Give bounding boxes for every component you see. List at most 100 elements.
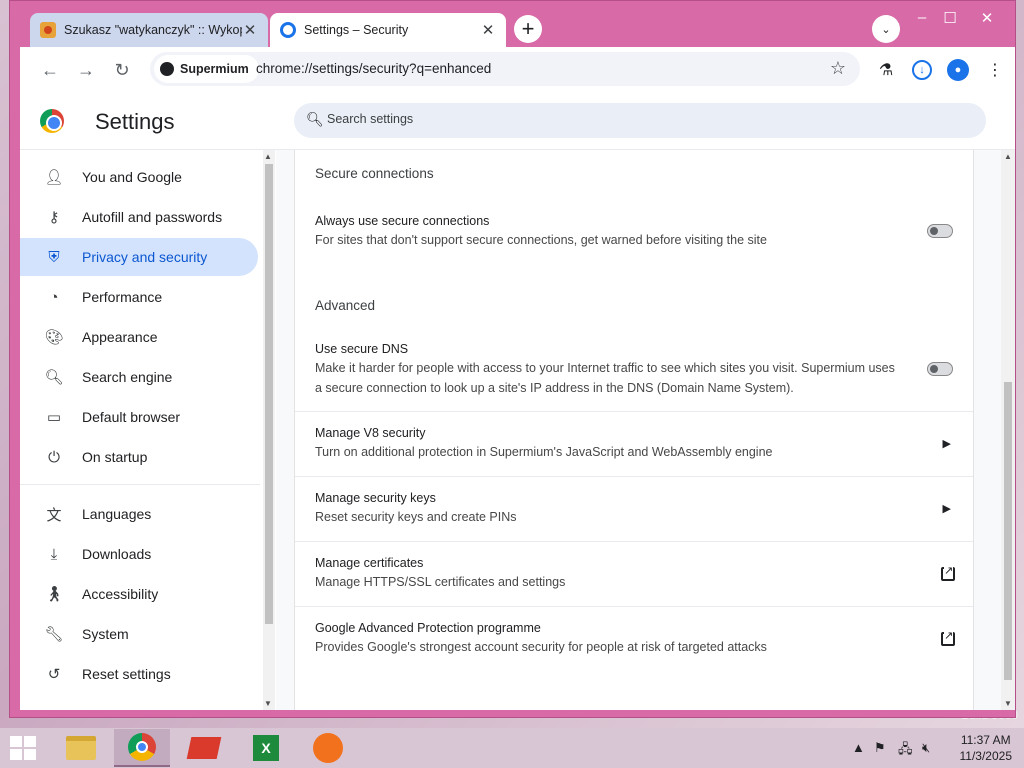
sidebar-scrollbar[interactable]: ▲ ▼ bbox=[263, 150, 275, 710]
row-description: Manage HTTPS/SSL certificates and settin… bbox=[315, 575, 566, 589]
scroll-up-icon[interactable]: ▲ bbox=[1004, 152, 1012, 161]
manage-v8-security-row[interactable]: Manage V8 security Turn on additional pr… bbox=[295, 411, 973, 476]
system-clock[interactable]: 11:37 AM 11/3/2025 bbox=[960, 732, 1013, 764]
secure-dns-toggle[interactable] bbox=[927, 362, 953, 376]
bookmark-star-icon[interactable]: ☆ bbox=[830, 58, 846, 79]
page-title: Settings bbox=[95, 109, 175, 134]
sidebar-item-system[interactable]: 🔧︎ System bbox=[20, 615, 258, 653]
sidebar-item-autofill[interactable]: ⚷ Autofill and passwords bbox=[20, 198, 258, 236]
settings-header: Settings 🔍︎ bbox=[20, 93, 1015, 150]
chevron-right-icon: ▶ bbox=[942, 503, 951, 515]
open-external-icon[interactable] bbox=[941, 629, 955, 646]
row-title: Use secure DNS bbox=[315, 342, 409, 356]
row-title: Always use secure connections bbox=[315, 214, 490, 228]
reload-icon[interactable]: ↻ bbox=[108, 56, 136, 84]
sidebar-item-downloads[interactable]: ⤓ Downloads bbox=[20, 535, 258, 573]
sidebar-item-label: Downloads bbox=[82, 546, 152, 562]
site-info-chip[interactable]: Supermium bbox=[154, 55, 259, 83]
manage-security-keys-row[interactable]: Manage security keys Reset security keys… bbox=[295, 476, 973, 541]
key-icon: ⚷ bbox=[48, 209, 60, 226]
sidebar-item-label: Autofill and passwords bbox=[82, 209, 223, 225]
search-settings-box[interactable]: 🔍︎ bbox=[294, 103, 986, 138]
main-scroll-thumb[interactable] bbox=[1004, 382, 1012, 680]
close-tab-icon[interactable]: ✕ bbox=[242, 22, 258, 39]
sidebar-scroll-thumb[interactable] bbox=[265, 164, 273, 624]
maximize-icon[interactable]: ☐ bbox=[935, 9, 965, 31]
scroll-down-icon[interactable]: ▼ bbox=[1004, 699, 1012, 708]
sidebar-item-languages[interactable]: 文 Languages bbox=[20, 495, 258, 533]
profile-avatar-icon[interactable]: ● bbox=[947, 59, 969, 81]
supermium-browser-icon[interactable] bbox=[114, 729, 170, 767]
settings-logo-icon bbox=[40, 109, 64, 133]
row-description: Turn on additional protection in Supermi… bbox=[315, 445, 773, 459]
volume-muted-icon[interactable]: 🔇︎ bbox=[922, 740, 930, 756]
secure-dns-row[interactable]: Use secure DNS Make it harder for people… bbox=[295, 334, 973, 412]
sidebar-item-label: Search engine bbox=[82, 369, 173, 385]
browser-toolbar: ← → ↻ Supermium chrome://settings/securi… bbox=[20, 47, 1015, 93]
app-red-icon[interactable] bbox=[176, 729, 232, 767]
sidebar-item-reset-settings[interactable]: ↺ Reset settings bbox=[20, 655, 258, 693]
palette-icon: 🎨︎ bbox=[44, 329, 64, 346]
sidebar-item-label: You and Google bbox=[82, 169, 182, 185]
tray-chevron-up-icon[interactable]: ▲ bbox=[852, 740, 865, 755]
row-title: Manage certificates bbox=[315, 556, 424, 570]
manage-certificates-row[interactable]: Manage certificates Manage HTTPS/SSL cer… bbox=[295, 541, 973, 606]
clock-date: 11/3/2025 bbox=[959, 749, 1013, 763]
row-title: Manage security keys bbox=[315, 491, 436, 505]
download-icon: ⤓ bbox=[50, 545, 58, 563]
power-icon: ⏻ bbox=[48, 448, 60, 466]
sidebar-item-label: Appearance bbox=[82, 329, 158, 345]
excel-icon[interactable]: X bbox=[238, 729, 294, 767]
browser-window: Szukasz "watykanczyk" :: Wykop ✕ Setting… bbox=[9, 0, 1016, 718]
sidebar-item-label: System bbox=[82, 626, 129, 642]
tab-title: Settings – Security bbox=[304, 23, 409, 37]
tab-title: Szukasz "watykanczyk" :: Wykop bbox=[64, 23, 242, 37]
row-description: Make it harder for people with access to… bbox=[315, 361, 895, 395]
scroll-down-icon[interactable]: ▼ bbox=[264, 699, 272, 708]
security-settings-card: Secure connections Always use secure con… bbox=[294, 150, 974, 710]
main-scrollbar[interactable]: ▲ ▼ bbox=[1001, 150, 1015, 710]
search-icon: 🔍︎ bbox=[44, 369, 64, 386]
labs-flask-icon[interactable]: ⚗ bbox=[872, 56, 900, 84]
open-external-icon[interactable] bbox=[941, 564, 955, 581]
sidebar-item-label: Privacy and security bbox=[82, 249, 208, 265]
sidebar-item-appearance[interactable]: 🎨︎ Appearance bbox=[20, 318, 258, 356]
site-chip-label: Supermium bbox=[180, 62, 249, 76]
settings-gear-icon bbox=[280, 22, 296, 38]
search-settings-input[interactable] bbox=[327, 112, 927, 126]
download-icon[interactable]: ↓ bbox=[912, 60, 932, 80]
back-arrow-icon[interactable]: ← bbox=[36, 56, 64, 84]
sidebar-item-label: Default browser bbox=[82, 409, 181, 425]
advanced-protection-row[interactable]: Google Advanced Protection programme Pro… bbox=[295, 606, 973, 671]
taskbar: X ▲ ⚑ 🖧︎ 🔇︎ 11:37 AM 11/3/2025 bbox=[0, 728, 1024, 768]
scroll-up-icon[interactable]: ▲ bbox=[264, 152, 272, 161]
always-secure-connections-row[interactable]: Always use secure connections For sites … bbox=[295, 202, 973, 266]
sidebar-item-accessibility[interactable]: 🚶︎ Accessibility bbox=[20, 575, 258, 613]
site-shield-icon bbox=[160, 62, 174, 76]
network-icon[interactable]: 🖧︎ bbox=[898, 740, 913, 762]
tab-search-chevron-icon[interactable]: ⌄ bbox=[872, 15, 900, 43]
new-tab-button[interactable]: + bbox=[514, 15, 542, 43]
tab-settings-security[interactable]: Settings – Security ✕ bbox=[270, 13, 506, 47]
menu-kebab-icon[interactable]: ⋮ bbox=[981, 56, 1009, 84]
sidebar-item-search-engine[interactable]: 🔍︎ Search engine bbox=[20, 358, 258, 396]
minimize-icon[interactable]: – bbox=[907, 9, 937, 31]
tab-wykop[interactable]: Szukasz "watykanczyk" :: Wykop ✕ bbox=[30, 13, 268, 47]
close-window-icon[interactable]: ✕ bbox=[972, 9, 1002, 31]
sidebar-item-privacy-security[interactable]: ⛨ Privacy and security bbox=[20, 238, 258, 276]
sidebar-item-you-and-google[interactable]: 👤︎ You and Google bbox=[20, 158, 258, 196]
windows-start-icon[interactable] bbox=[10, 736, 38, 762]
always-secure-toggle[interactable] bbox=[927, 224, 953, 238]
flag-icon[interactable]: ⚑ bbox=[874, 740, 886, 756]
close-tab-icon[interactable]: ✕ bbox=[480, 22, 496, 39]
reset-icon: ↺ bbox=[47, 666, 61, 683]
sidebar-item-on-startup[interactable]: ⏻ On startup bbox=[20, 438, 258, 476]
sidebar-item-default-browser[interactable]: ▭ Default browser bbox=[20, 398, 258, 436]
app-orange-icon[interactable] bbox=[300, 729, 356, 767]
url-text[interactable]: chrome://settings/security?q=enhanced bbox=[256, 61, 491, 76]
address-bar[interactable]: Supermium chrome://settings/security?q=e… bbox=[150, 52, 860, 86]
row-title: Manage V8 security bbox=[315, 426, 426, 440]
file-explorer-icon[interactable] bbox=[53, 729, 109, 767]
sidebar-item-performance[interactable]: ◔ Performance bbox=[20, 278, 258, 316]
forward-arrow-icon[interactable]: → bbox=[72, 56, 100, 84]
